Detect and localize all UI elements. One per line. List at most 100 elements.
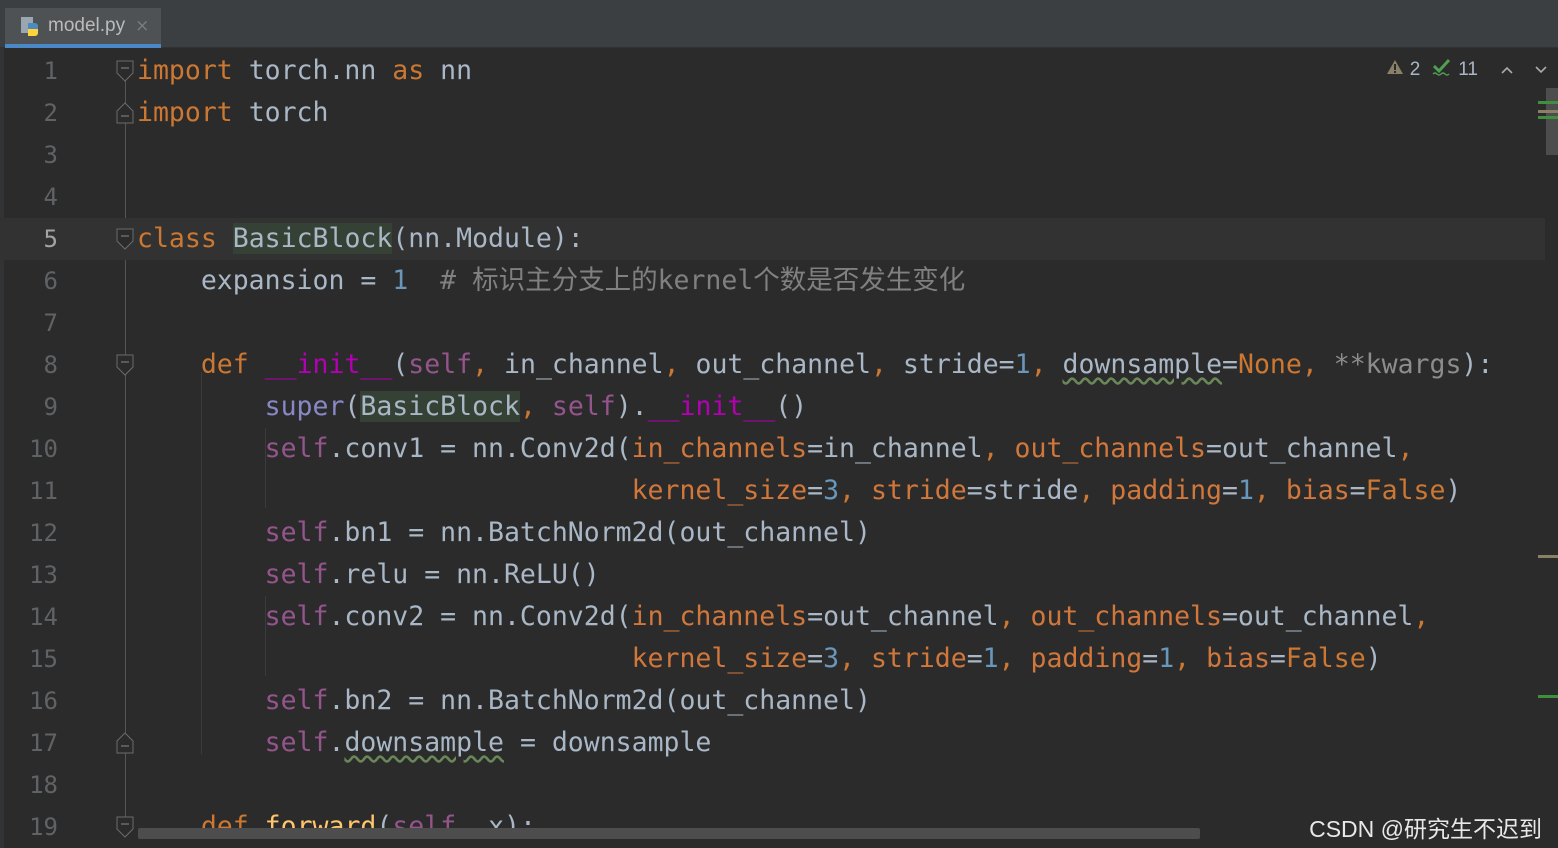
code-line[interactable]: 10 self.conv1 = nn.Conv2d(in_channels=in… (0, 428, 1545, 470)
code-text[interactable]: import torch (137, 92, 328, 134)
code-text[interactable]: def __init__(self, in_channel, out_chann… (137, 344, 1494, 386)
code-token: in_channels (631, 433, 808, 464)
line-number[interactable]: 1 (10, 50, 58, 92)
error-stripe-mark[interactable] (1538, 110, 1558, 113)
code-token: =out_channel (1221, 601, 1414, 632)
line-number[interactable]: 7 (10, 302, 58, 344)
code-line[interactable]: 16 self.bn2 = nn.BatchNorm2d(out_channel… (0, 680, 1545, 722)
line-number[interactable]: 10 (10, 428, 58, 470)
fold-collapse-icon[interactable] (116, 354, 134, 376)
code-token: .conv2 = nn.Conv2d( (328, 601, 632, 632)
code-token: downsample (1062, 349, 1223, 380)
code-line[interactable]: 17 self.downsample = downsample (0, 722, 1545, 764)
line-number[interactable]: 17 (10, 722, 58, 764)
line-number[interactable]: 5 (10, 218, 58, 260)
error-stripe-mark[interactable] (1538, 555, 1558, 558)
tab-model-py[interactable]: model.py × (5, 8, 161, 48)
fold-collapse-icon[interactable] (116, 60, 134, 82)
line-number[interactable]: 6 (10, 260, 58, 302)
error-stripe-mark[interactable] (1538, 116, 1558, 119)
code-text[interactable]: self.conv2 = nn.Conv2d(in_channels=out_c… (137, 596, 1430, 638)
line-number[interactable]: 15 (10, 638, 58, 680)
code-token: , (1174, 643, 1207, 674)
line-number[interactable]: 13 (10, 554, 58, 596)
line-number[interactable]: 19 (10, 806, 58, 848)
weak-warning-count: 11 (1458, 59, 1478, 80)
vertical-scrollbar[interactable] (1546, 88, 1558, 155)
code-token: 1 (1014, 349, 1031, 380)
code-token: = (1349, 475, 1366, 506)
code-text[interactable]: kernel_size=3, stride=stride, padding=1,… (137, 470, 1462, 512)
line-number[interactable]: 12 (10, 512, 58, 554)
line-number[interactable]: 2 (10, 92, 58, 134)
line-number[interactable]: 16 (10, 680, 58, 722)
code-line[interactable]: 15 kernel_size=3, stride=1, padding=1, b… (0, 638, 1545, 680)
code-text[interactable]: import torch.nn as nn (137, 50, 472, 92)
line-number[interactable]: 4 (10, 176, 58, 218)
code-token: BasicBl (232, 223, 345, 254)
code-line[interactable]: 5 class BasicBlock(nn.Module): (0, 218, 1545, 260)
code-token: 3 (823, 643, 840, 674)
code-line[interactable]: 14 self.conv2 = nn.Conv2d(in_channels=ou… (0, 596, 1545, 638)
line-number[interactable]: 18 (10, 764, 58, 806)
inspection-widget[interactable]: 2 11 (1386, 58, 1548, 82)
line-number[interactable]: 8 (10, 344, 58, 386)
code-text[interactable]: kernel_size=3, stride=1, padding=1, bias… (137, 638, 1382, 680)
code-text[interactable]: def forward(self, x): (137, 806, 536, 848)
code-token: , (1078, 475, 1111, 506)
code-token: in_channel (504, 349, 664, 380)
code-line[interactable]: 4 (0, 176, 1545, 218)
code-text[interactable]: self.bn2 = nn.BatchNorm2d(out_channel) (137, 680, 871, 722)
horizontal-scrollbar[interactable] (138, 828, 1200, 839)
line-number[interactable]: 9 (10, 386, 58, 428)
code-token: , (1397, 433, 1414, 464)
error-stripe-mark[interactable] (1538, 101, 1558, 104)
fold-end-icon[interactable] (116, 102, 134, 124)
code-text[interactable]: class BasicBlock(nn.Module): (137, 218, 584, 260)
code-line[interactable]: 13 self.relu = nn.ReLU() (0, 554, 1545, 596)
code-text[interactable]: expansion = 1 # 标识主分支上的kernel个数是否发生变化 (137, 260, 965, 302)
code-token: , (871, 349, 903, 380)
code-token: .conv1 = nn.Conv2d( (328, 433, 632, 464)
code-line[interactable]: 1 import torch.nn as nn (0, 50, 1545, 92)
code-line[interactable]: 3 (0, 134, 1545, 176)
code-line[interactable]: 12 self.bn1 = nn.BatchNorm2d(out_channel… (0, 512, 1545, 554)
code-line[interactable]: 11 kernel_size=3, stride=stride, padding… (0, 470, 1545, 512)
code-line[interactable]: 6 expansion = 1 # 标识主分支上的kernel个数是否发生变化 (0, 260, 1545, 302)
line-number[interactable]: 14 (10, 596, 58, 638)
code-text[interactable]: self.bn1 = nn.BatchNorm2d(out_channel) (137, 512, 871, 554)
code-line[interactable]: 7 (0, 302, 1545, 344)
code-line[interactable]: 18 (0, 764, 1545, 806)
fold-collapse-icon[interactable] (116, 816, 134, 838)
fold-collapse-icon[interactable] (116, 228, 134, 250)
next-highlight-icon[interactable] (1534, 59, 1548, 81)
error-stripe-mark[interactable] (1538, 695, 1558, 698)
code-text[interactable]: self.downsample = downsample (137, 722, 712, 764)
code-text[interactable]: self.relu = nn.ReLU() (137, 554, 600, 596)
code-token: super (264, 391, 345, 422)
fold-end-icon[interactable] (116, 732, 134, 754)
code-text[interactable]: self.conv1 = nn.Conv2d(in_channels=in_ch… (137, 428, 1414, 470)
code-token: ) (1445, 475, 1462, 506)
line-number[interactable]: 3 (10, 134, 58, 176)
previous-highlight-icon[interactable] (1500, 59, 1514, 81)
code-line[interactable]: 8 def __init__(self, in_channel, out_cha… (0, 344, 1545, 386)
code-token: as (392, 55, 425, 86)
line-number[interactable]: 11 (10, 470, 58, 512)
code-token: , (1301, 349, 1334, 380)
code-token: ): (1461, 349, 1494, 380)
code-token: = downsample (503, 727, 712, 758)
code-text[interactable]: super(BasicBlock, self).__init__() (137, 386, 807, 428)
code-token: self (264, 727, 329, 758)
code-token: in_channels (631, 601, 808, 632)
code-token: =stride (966, 475, 1079, 506)
code-line[interactable]: 9 super(BasicBlock, self).__init__() (0, 386, 1545, 428)
code-token: 1 (1158, 643, 1175, 674)
code-line[interactable]: 2 import torch (0, 92, 1545, 134)
code-token: stride= (902, 349, 1015, 380)
code-token: self (264, 685, 329, 716)
close-tab-icon[interactable]: × (135, 16, 149, 36)
code-editor[interactable]: 1 import torch.nn as nn 2 import torch 3 4 5 cl… (0, 48, 1558, 848)
code-token: 1 (1237, 475, 1254, 506)
